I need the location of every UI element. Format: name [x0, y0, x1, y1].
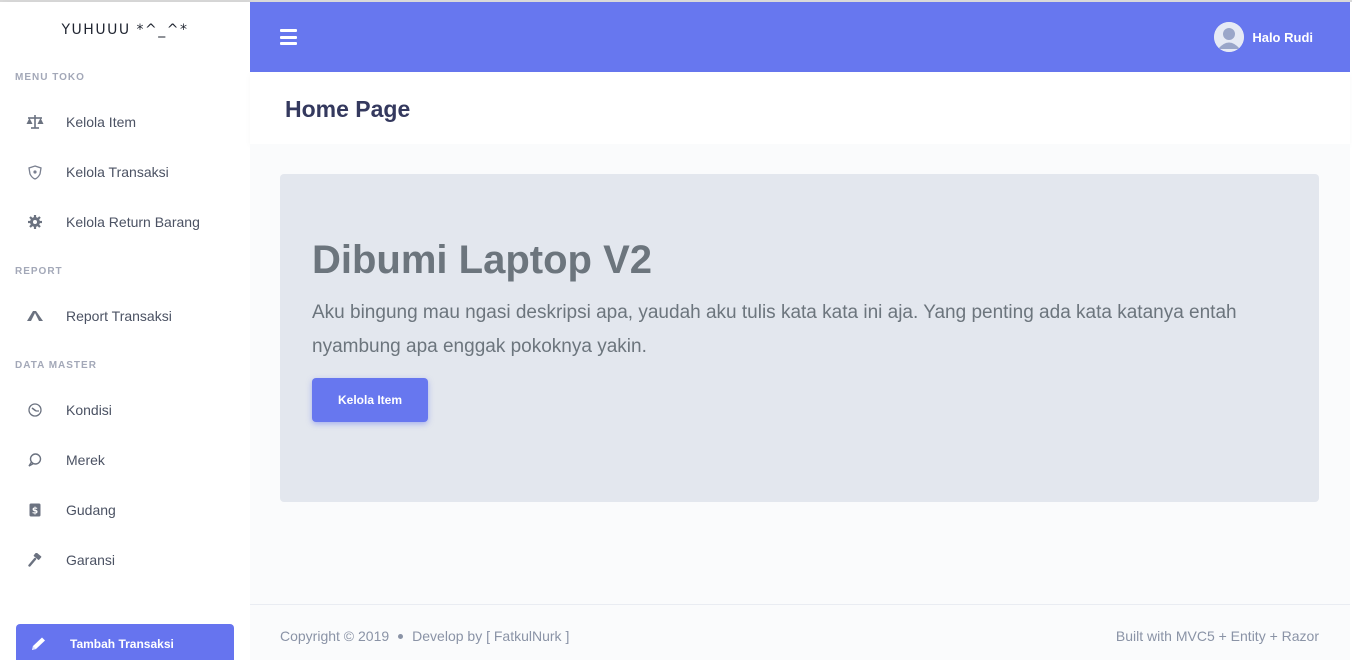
sidebar: YUHUUU *^_^* MENU TOKO Kelola Item Kelol… — [0, 2, 250, 660]
sidebar-item-label: Gudang — [66, 502, 116, 518]
section-header: Home Page — [250, 72, 1350, 144]
sidebar-item-kondisi[interactable]: Kondisi — [0, 392, 250, 428]
balance-scale-icon — [25, 112, 45, 132]
road-icon — [25, 306, 45, 326]
comment-icon — [25, 450, 45, 470]
top-navbar: Halo Rudi — [250, 2, 1350, 72]
sidebar-item-label: Merek — [66, 452, 105, 468]
cog-icon — [25, 212, 45, 232]
tambah-transaksi-button[interactable]: Tambah Transaksi — [16, 624, 234, 660]
sidebar-item-label: Kelola Return Barang — [66, 214, 200, 230]
copyright-text: Copyright © 2019 — [280, 628, 390, 644]
sidebar-item-label: Kondisi — [66, 402, 112, 418]
sidebar-item-report-transaksi[interactable]: Report Transaksi — [0, 298, 250, 334]
svg-text:$: $ — [32, 507, 38, 517]
shield-icon — [25, 162, 45, 182]
sidebar-item-kelola-return-barang[interactable]: Kelola Return Barang — [0, 204, 250, 240]
menu-toggle-icon[interactable] — [280, 29, 297, 45]
brand-title[interactable]: YUHUUU *^_^* — [0, 22, 250, 38]
sidebar-item-label: Kelola Item — [66, 114, 137, 130]
tambah-transaksi-label: Tambah Transaksi — [70, 637, 174, 651]
sidebar-item-label: Kelola Transaksi — [66, 164, 169, 180]
built-with-text: Built with MVC5 + Entity + Razor — [1115, 628, 1319, 644]
develop-by-text[interactable]: Develop by [ FatkulNurk ] — [412, 628, 569, 644]
gauge-icon — [25, 400, 45, 420]
gavel-icon — [25, 550, 45, 570]
user-dropdown[interactable]: Halo Rudi — [1214, 22, 1313, 52]
page-title: Home Page — [285, 96, 411, 122]
jumbotron-description: Aku bingung mau ngasi deskripsi apa, yau… — [312, 302, 1237, 357]
section-title-data-master: DATA MASTER — [15, 360, 97, 371]
kelola-item-button[interactable]: Kelola Item — [312, 378, 428, 422]
sidebar-item-label: Garansi — [66, 552, 116, 568]
section-title-menu-toko: MENU TOKO — [15, 72, 85, 83]
jumbotron-title: Dibumi Laptop V2 — [312, 238, 652, 282]
sidebar-item-kelola-item[interactable]: Kelola Item — [0, 104, 250, 140]
user-greeting: Halo Rudi — [1252, 29, 1313, 45]
pencil-icon — [30, 636, 48, 652]
dollar-box-icon: $ — [25, 500, 45, 520]
sidebar-item-gudang[interactable]: $ Gudang — [0, 492, 250, 528]
avatar — [1214, 22, 1245, 52]
sidebar-item-kelola-transaksi[interactable]: Kelola Transaksi — [0, 154, 250, 190]
sidebar-item-label: Report Transaksi — [66, 308, 172, 324]
jumbotron: Dibumi Laptop V2 Aku bingung mau ngasi d… — [280, 174, 1319, 502]
section-title-report: REPORT — [15, 266, 63, 277]
bullet-divider — [398, 633, 404, 639]
footer: Copyright © 2019 Develop by [ FatkulNurk… — [250, 604, 1350, 660]
footer-left: Copyright © 2019 Develop by [ FatkulNurk… — [280, 628, 569, 644]
sidebar-item-garansi[interactable]: Garansi — [0, 542, 250, 578]
main-content: Dibumi Laptop V2 Aku bingung mau ngasi d… — [250, 144, 1350, 604]
sidebar-item-merek[interactable]: Merek — [0, 442, 250, 478]
